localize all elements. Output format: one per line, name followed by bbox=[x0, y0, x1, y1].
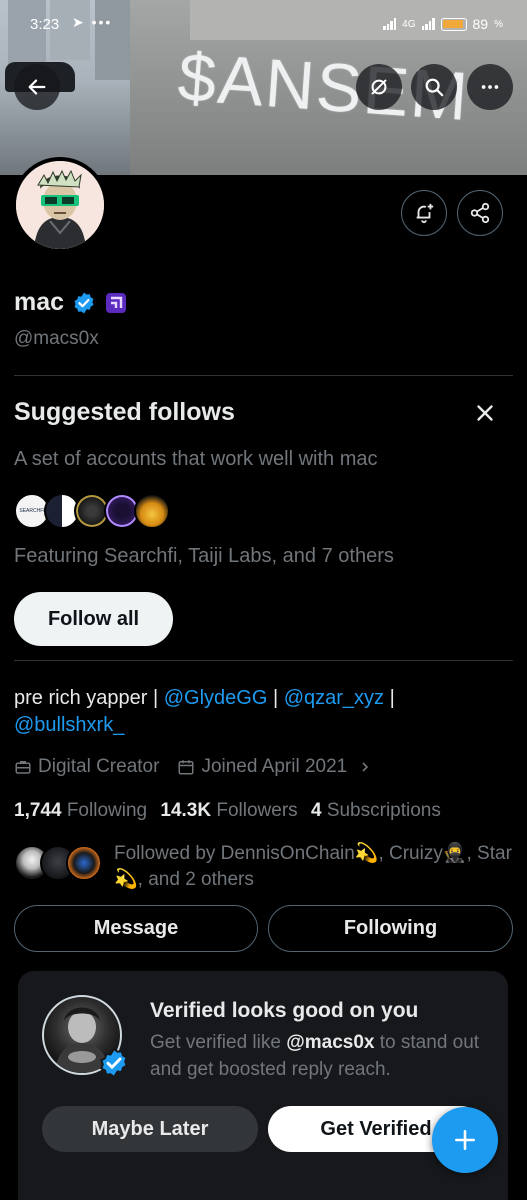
battery-level: 89 bbox=[472, 16, 489, 32]
status-time: 3:23 bbox=[30, 16, 60, 33]
suggested-avatars[interactable]: SEARCHFI bbox=[14, 493, 170, 529]
battery-percent-sign: % bbox=[494, 18, 503, 30]
searchfi-logo-text: SEARCHFI bbox=[19, 508, 45, 514]
profile-category: Digital Creator bbox=[38, 756, 160, 777]
followed-by-avatars[interactable] bbox=[14, 845, 102, 881]
profile-meta: Digital Creator Joined April 2021 bbox=[14, 756, 373, 778]
follower-avatar-3 bbox=[66, 845, 102, 881]
subscriptions-label: Subscriptions bbox=[326, 800, 441, 821]
verified-badge-icon[interactable] bbox=[72, 291, 96, 315]
promo-desc-handle: @macs0x bbox=[286, 1032, 375, 1053]
more-dots-icon bbox=[481, 85, 499, 89]
followers-label: Followers bbox=[216, 800, 298, 821]
bio-separator: | bbox=[384, 687, 395, 709]
profile-name: mac bbox=[14, 288, 65, 316]
briefcase-icon bbox=[15, 761, 31, 774]
chevron-right-icon[interactable] bbox=[357, 759, 373, 775]
bio-separator: | bbox=[267, 687, 284, 709]
subscriptions-count: 4 bbox=[310, 800, 322, 821]
compose-fab-button[interactable] bbox=[432, 1107, 498, 1173]
grok-icon bbox=[371, 79, 387, 95]
suggested-follows-title: Suggested follows bbox=[14, 398, 235, 426]
following-label: Following bbox=[66, 800, 148, 821]
status-right: 4G 89% bbox=[383, 16, 503, 32]
bio-link-qzar[interactable]: @qzar_xyz bbox=[284, 687, 384, 709]
profile-joined[interactable]: Joined April 2021 bbox=[201, 756, 347, 778]
suggested-follows-subtitle: A set of accounts that work well with ma… bbox=[14, 448, 378, 470]
bio-text: pre rich yapper | bbox=[14, 687, 164, 709]
close-icon bbox=[477, 405, 493, 421]
status-notification-icons: ➤ ••• bbox=[72, 14, 113, 30]
profile-handle: @macs0x bbox=[14, 328, 99, 349]
followed-by-text[interactable]: Followed by DennisOnChain💫, Cruizy🥷, Sta… bbox=[114, 841, 514, 893]
promo-description: Get verified like @macs0x to stand out a… bbox=[150, 1029, 490, 1083]
share-icon bbox=[470, 202, 490, 224]
search-button[interactable] bbox=[411, 64, 457, 110]
grok-button[interactable] bbox=[356, 64, 402, 110]
promo-desc-prefix: Get verified like bbox=[150, 1032, 287, 1053]
bio-link-glydegg[interactable]: @GlydeGG bbox=[164, 687, 268, 709]
plus-icon bbox=[455, 1130, 475, 1150]
divider bbox=[14, 660, 513, 661]
profile-stats: 1,744 Following 14.3K Followers 4 Subscr… bbox=[14, 800, 441, 822]
notifications-button[interactable] bbox=[401, 190, 447, 236]
maybe-later-button[interactable]: Maybe Later bbox=[42, 1106, 258, 1152]
search-icon bbox=[425, 78, 444, 97]
back-button[interactable] bbox=[14, 64, 60, 110]
subscriptions-stat[interactable]: 4 Subscriptions bbox=[311, 800, 441, 821]
divider bbox=[14, 375, 513, 376]
suggested-avatar-5 bbox=[134, 493, 170, 529]
profile-bio: pre rich yapper | @GlydeGG | @qzar_xyz |… bbox=[14, 685, 504, 739]
followers-count: 14.3K bbox=[160, 800, 212, 821]
verified-badge-icon bbox=[100, 1047, 128, 1079]
more-options-button[interactable] bbox=[467, 64, 513, 110]
profile-avatar[interactable] bbox=[12, 157, 108, 253]
signal-icon bbox=[383, 18, 397, 30]
message-button[interactable]: Message bbox=[14, 905, 258, 952]
following-count: 1,744 bbox=[14, 800, 62, 821]
bio-link-bullshxrk[interactable]: @bullshxrk_ bbox=[14, 714, 124, 736]
promo-title: Verified looks good on you bbox=[150, 999, 419, 1022]
verified-promo-card: Verified looks good on you Get verified … bbox=[18, 971, 508, 1200]
suggested-featuring-text: Featuring Searchfi, Taiji Labs, and 7 ot… bbox=[14, 545, 394, 567]
followers-stat[interactable]: 14.3K Followers bbox=[160, 800, 297, 821]
share-button[interactable] bbox=[457, 190, 503, 236]
affiliate-badge-icon[interactable] bbox=[104, 291, 128, 315]
avatar-pixel-art bbox=[16, 161, 104, 249]
suggested-close-button[interactable] bbox=[472, 400, 498, 426]
following-stat[interactable]: 1,744 Following bbox=[14, 800, 147, 821]
following-button[interactable]: Following bbox=[268, 905, 513, 952]
battery-icon bbox=[440, 17, 467, 31]
follow-all-button[interactable]: Follow all bbox=[14, 592, 173, 646]
back-arrow-icon bbox=[28, 79, 46, 95]
bell-plus-icon bbox=[416, 203, 434, 224]
network-type: 4G bbox=[402, 18, 416, 30]
calendar-icon bbox=[178, 760, 194, 775]
status-bar: 3:23 ➤ ••• 4G 89% bbox=[0, 0, 527, 44]
signal-icon-2 bbox=[421, 18, 435, 30]
profile-name-row: mac bbox=[14, 288, 128, 317]
